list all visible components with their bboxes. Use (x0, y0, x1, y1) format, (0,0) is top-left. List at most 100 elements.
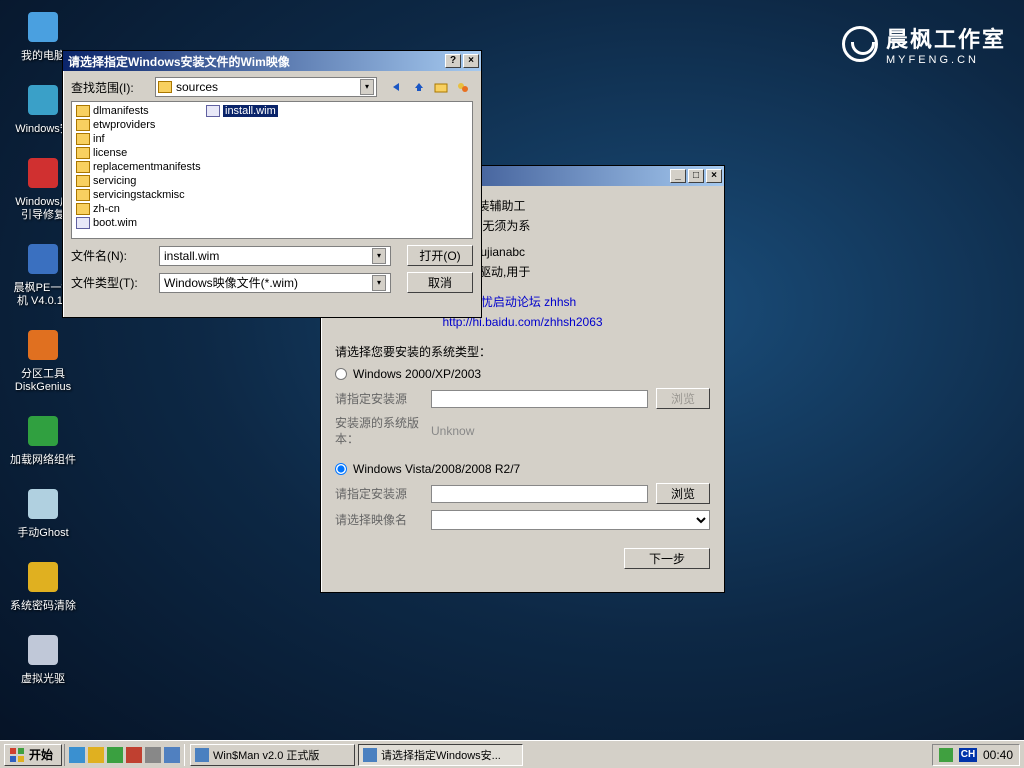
chevron-down-icon[interactable]: ▾ (372, 248, 386, 264)
filetype-combo[interactable]: Windows映像文件(*.wim) ▾ (159, 273, 391, 293)
folder-icon (76, 189, 90, 201)
option-vista[interactable]: Windows Vista/2008/2008 R2/7 (335, 461, 710, 477)
next-button[interactable]: 下一步 (624, 548, 710, 569)
file-item[interactable]: inf (74, 132, 204, 146)
taskbar-task[interactable]: 请选择指定Windows安... (358, 744, 523, 766)
back-button[interactable] (387, 77, 407, 97)
look-in-value: sources (176, 80, 218, 94)
task-label: Win$Man v2.0 正式版 (213, 747, 319, 763)
quick-launch-icon[interactable] (145, 747, 161, 763)
folder-icon (76, 161, 90, 173)
browse-button-1: 浏览 (656, 388, 710, 409)
app-icon (24, 154, 62, 192)
taskbar: 开始 Win$Man v2.0 正式版 请选择指定Windows安... CH 0… (0, 740, 1024, 768)
quick-launch-icon[interactable] (164, 747, 180, 763)
clock[interactable]: 00:40 (983, 748, 1013, 762)
look-in-label: 查找范围(I): (71, 79, 151, 96)
quick-launch-icon[interactable] (107, 747, 123, 763)
filename-label: 文件名(N): (71, 247, 151, 264)
source-label-2: 请指定安装源 (335, 486, 431, 502)
desktop-icon[interactable]: 加载网络组件 (8, 412, 78, 467)
quick-launch-icon[interactable] (126, 747, 142, 763)
app-icon (24, 558, 62, 596)
filename-value: install.wim (164, 249, 219, 263)
file-item-label: replacementmanifests (93, 161, 201, 173)
file-item[interactable]: etwproviders (74, 118, 204, 132)
minimize-button[interactable]: _ (670, 169, 686, 183)
app-icon (24, 8, 62, 46)
desktop-icon-label: 系统密码清除 (8, 600, 78, 613)
folder-icon (76, 175, 90, 187)
close-button[interactable]: × (706, 169, 722, 183)
source-label-1: 请指定安装源 (335, 391, 431, 407)
quick-launch-icon[interactable] (69, 747, 85, 763)
new-folder-button[interactable] (431, 77, 451, 97)
filename-input[interactable]: install.wim ▾ (159, 246, 391, 266)
desktop-icon-label: 虚拟光驱 (8, 673, 78, 686)
task-label: 请选择指定Windows安... (381, 747, 501, 763)
task-icon (363, 748, 377, 762)
source-input-1 (431, 390, 648, 408)
option-legacy-label: Windows 2000/XP/2003 (353, 366, 481, 382)
file-dialog-titlebar[interactable]: 请选择指定Windows安装文件的Wim映像 ? × (63, 51, 481, 71)
file-icon (76, 217, 90, 229)
file-item[interactable]: servicing (74, 174, 204, 188)
file-item[interactable]: dlmanifests (74, 104, 204, 118)
chevron-down-icon[interactable]: ▾ (360, 79, 374, 95)
version-label: 安装源的系统版本： (335, 415, 431, 447)
file-item-label: servicing (93, 175, 136, 187)
image-select[interactable] (431, 510, 710, 530)
app-icon (24, 81, 62, 119)
start-icon (9, 747, 25, 763)
task-icon (195, 748, 209, 762)
option-legacy[interactable]: Windows 2000/XP/2003 (335, 366, 710, 382)
file-item-label: etwproviders (93, 119, 155, 131)
desktop-icon[interactable]: 分区工具DiskGenius (8, 326, 78, 394)
file-item[interactable]: zh-cn (74, 202, 204, 216)
file-item-label: dlmanifests (93, 105, 149, 117)
view-menu-button[interactable] (453, 77, 473, 97)
option-vista-label: Windows Vista/2008/2008 R2/7 (353, 461, 520, 477)
desktop-icon[interactable]: 虚拟光驱 (8, 631, 78, 686)
radio-legacy[interactable] (335, 368, 347, 380)
file-item[interactable]: replacementmanifests (74, 160, 204, 174)
radio-vista[interactable] (335, 463, 347, 475)
folder-icon (76, 133, 90, 145)
start-label: 开始 (29, 746, 53, 763)
help-button[interactable]: ? (445, 54, 461, 68)
app-icon (24, 412, 62, 450)
file-item[interactable]: install.wim (204, 104, 334, 118)
file-item-label: install.wim (223, 105, 278, 117)
file-item[interactable]: license (74, 146, 204, 160)
close-button[interactable]: × (463, 54, 479, 68)
start-button[interactable]: 开始 (4, 744, 62, 766)
source-input-2[interactable] (431, 485, 648, 503)
app-icon (24, 485, 62, 523)
choose-label: 请选择您要安装的系统类型： (335, 344, 710, 360)
file-item[interactable]: servicingstackmisc (74, 188, 204, 202)
folder-icon (76, 147, 90, 159)
desktop-icon[interactable]: 手动Ghost (8, 485, 78, 540)
folder-icon (76, 203, 90, 215)
file-item[interactable]: boot.wim (74, 216, 204, 230)
file-item-label: servicingstackmisc (93, 189, 185, 201)
open-button[interactable]: 打开(O) (407, 245, 473, 266)
look-in-combo[interactable]: sources ▾ (155, 77, 377, 97)
up-button[interactable] (409, 77, 429, 97)
file-item-label: license (93, 147, 127, 159)
file-item-label: inf (93, 133, 105, 145)
taskbar-task[interactable]: Win$Man v2.0 正式版 (190, 744, 355, 766)
filetype-label: 文件类型(T): (71, 274, 151, 291)
file-list[interactable]: dlmanifests etwproviders inf license replace… (71, 101, 473, 239)
app-icon (24, 240, 62, 278)
quick-launch (64, 744, 185, 766)
desktop-icon-label: 分区工具DiskGenius (8, 368, 78, 394)
desktop-icon[interactable]: 系统密码清除 (8, 558, 78, 613)
language-indicator[interactable]: CH (959, 748, 977, 762)
tray-icon[interactable] (939, 748, 953, 762)
chevron-down-icon[interactable]: ▾ (372, 275, 386, 291)
maximize-button[interactable]: □ (688, 169, 704, 183)
browse-button-2[interactable]: 浏览 (656, 483, 710, 504)
quick-launch-icon[interactable] (88, 747, 104, 763)
cancel-button[interactable]: 取消 (407, 272, 473, 293)
